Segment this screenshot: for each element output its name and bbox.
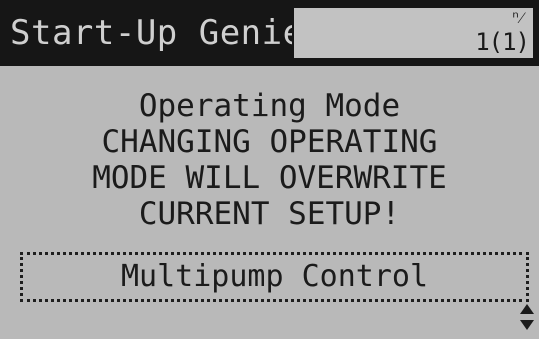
warning-message: Operating Mode CHANGING OPERATING MODE W… [0, 88, 539, 232]
message-line: CURRENT SETUP! [138, 196, 401, 232]
operating-mode-selector[interactable]: Multipump Control [20, 252, 529, 302]
message-line: CHANGING OPERATING [101, 124, 438, 160]
page-indicator: 1(1) [475, 28, 530, 56]
lcd-screen: Start-Up Genie ⁿ⁄ 1(1) Operating Mode CH… [0, 0, 539, 339]
up-down-arrows-icon[interactable] [519, 302, 535, 332]
header-bar: Start-Up Genie ⁿ⁄ 1(1) [0, 0, 539, 66]
screen-title: Start-Up Genie [0, 0, 303, 66]
message-heading: Operating Mode [138, 88, 401, 124]
menu-tab-icon: ⁿ⁄ [510, 8, 523, 27]
message-line: MODE WILL OVERWRITE [92, 160, 447, 196]
header-info-panel: ⁿ⁄ 1(1) [292, 6, 535, 60]
